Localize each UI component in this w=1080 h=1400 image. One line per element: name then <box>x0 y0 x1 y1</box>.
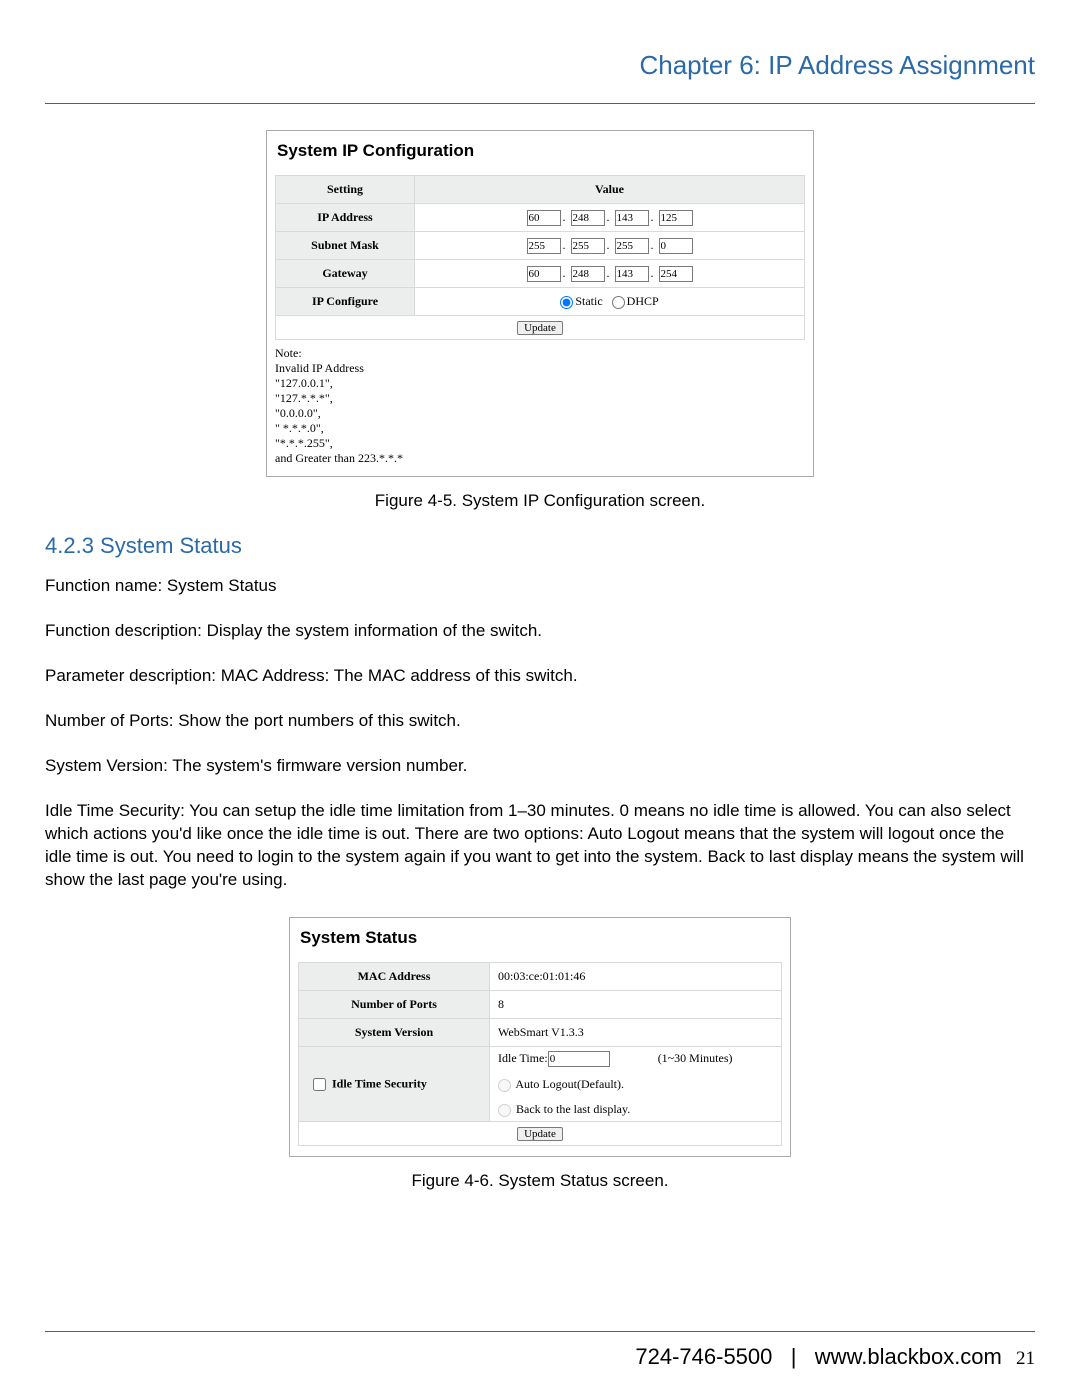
radio-static-label: Static <box>575 294 602 308</box>
ports-value: 8 <box>490 991 782 1019</box>
footer: 724-746-5500 | www.blackbox.com 21 <box>45 1344 1035 1370</box>
para-idle-time: Idle Time Security: You can setup the id… <box>45 800 1035 892</box>
ip-octet-1[interactable] <box>527 210 561 226</box>
idle-time-label: Idle Time: <box>498 1051 548 1065</box>
footer-url: www.blackbox.com <box>815 1344 1002 1369</box>
version-value: WebSmart V1.3.3 <box>490 1019 782 1047</box>
idle-time-input[interactable] <box>548 1051 610 1067</box>
radio-back-display-label: Back to the last display. <box>516 1102 630 1116</box>
row-version-label: System Version <box>299 1019 490 1047</box>
para-ports: Number of Ports: Show the port numbers o… <box>45 710 1035 733</box>
gw-octet-1[interactable] <box>527 266 561 282</box>
row-mac-label: MAC Address <box>299 963 490 991</box>
subnet-octet-1[interactable] <box>527 238 561 254</box>
para-param-desc: Parameter description: MAC Address: The … <box>45 665 1035 688</box>
top-rule <box>45 103 1035 104</box>
figure-caption-1: Figure 4-5. System IP Configuration scre… <box>45 491 1035 511</box>
idle-cell: Idle Time: (1~30 Minutes) Auto Logout(De… <box>490 1047 782 1122</box>
idle-range: (1~30 Minutes) <box>658 1051 733 1065</box>
para-function-name: Function name: System Status <box>45 575 1035 598</box>
th-setting: Setting <box>276 176 415 204</box>
ip-octet-4[interactable] <box>659 210 693 226</box>
update-button[interactable]: Update <box>517 321 563 335</box>
bottom-rule <box>45 1331 1035 1332</box>
radio-dhcp-label: DHCP <box>627 294 659 308</box>
row-idle-label: Idle Time Security <box>299 1047 490 1122</box>
gw-octet-4[interactable] <box>659 266 693 282</box>
ip-config-note: Note: Invalid IP Address "127.0.0.1", "1… <box>275 346 805 466</box>
ip-config-table: Setting Value IP Address . . . Subnet Ma… <box>275 175 805 340</box>
idle-label-text: Idle Time Security <box>332 1076 427 1090</box>
ip-octet-2[interactable] <box>571 210 605 226</box>
radio-auto-logout-label: Auto Logout(Default). <box>515 1077 624 1091</box>
row-ports-label: Number of Ports <box>299 991 490 1019</box>
footer-phone: 724-746-5500 <box>635 1344 772 1369</box>
panel-title-ip-config: System IP Configuration <box>277 141 805 161</box>
th-value: Value <box>415 176 805 204</box>
figure-system-status: System Status MAC Address 00:03:ce:01:01… <box>289 917 791 1157</box>
system-status-table: MAC Address 00:03:ce:01:01:46 Number of … <box>298 962 782 1146</box>
panel-title-system-status: System Status <box>300 928 782 948</box>
radio-auto-logout[interactable] <box>498 1079 511 1092</box>
page-number: 21 <box>1016 1348 1035 1369</box>
para-function-desc: Function description: Display the system… <box>45 620 1035 643</box>
subnet-octet-4[interactable] <box>659 238 693 254</box>
row-ipconfigure-label: IP Configure <box>276 288 415 316</box>
chapter-title: Chapter 6: IP Address Assignment <box>45 50 1035 81</box>
gw-octet-2[interactable] <box>571 266 605 282</box>
section-heading: 4.2.3 System Status <box>45 533 1035 559</box>
para-version: System Version: The system's firmware ve… <box>45 755 1035 778</box>
row-ip-label: IP Address <box>276 204 415 232</box>
figure-ip-config: System IP Configuration Setting Value IP… <box>266 130 814 477</box>
footer-sep: | <box>791 1344 797 1369</box>
subnet-octet-2[interactable] <box>571 238 605 254</box>
subnet-octet-3[interactable] <box>615 238 649 254</box>
radio-back-display[interactable] <box>498 1104 511 1117</box>
update-button-2[interactable]: Update <box>517 1127 563 1141</box>
row-subnet-label: Subnet Mask <box>276 232 415 260</box>
idle-checkbox[interactable] <box>313 1078 326 1091</box>
mac-address-value: 00:03:ce:01:01:46 <box>490 963 782 991</box>
ip-octet-3[interactable] <box>615 210 649 226</box>
row-gateway-label: Gateway <box>276 260 415 288</box>
figure-caption-2: Figure 4-6. System Status screen. <box>45 1171 1035 1191</box>
gw-octet-3[interactable] <box>615 266 649 282</box>
radio-dhcp[interactable] <box>612 296 625 309</box>
radio-static[interactable] <box>560 296 573 309</box>
